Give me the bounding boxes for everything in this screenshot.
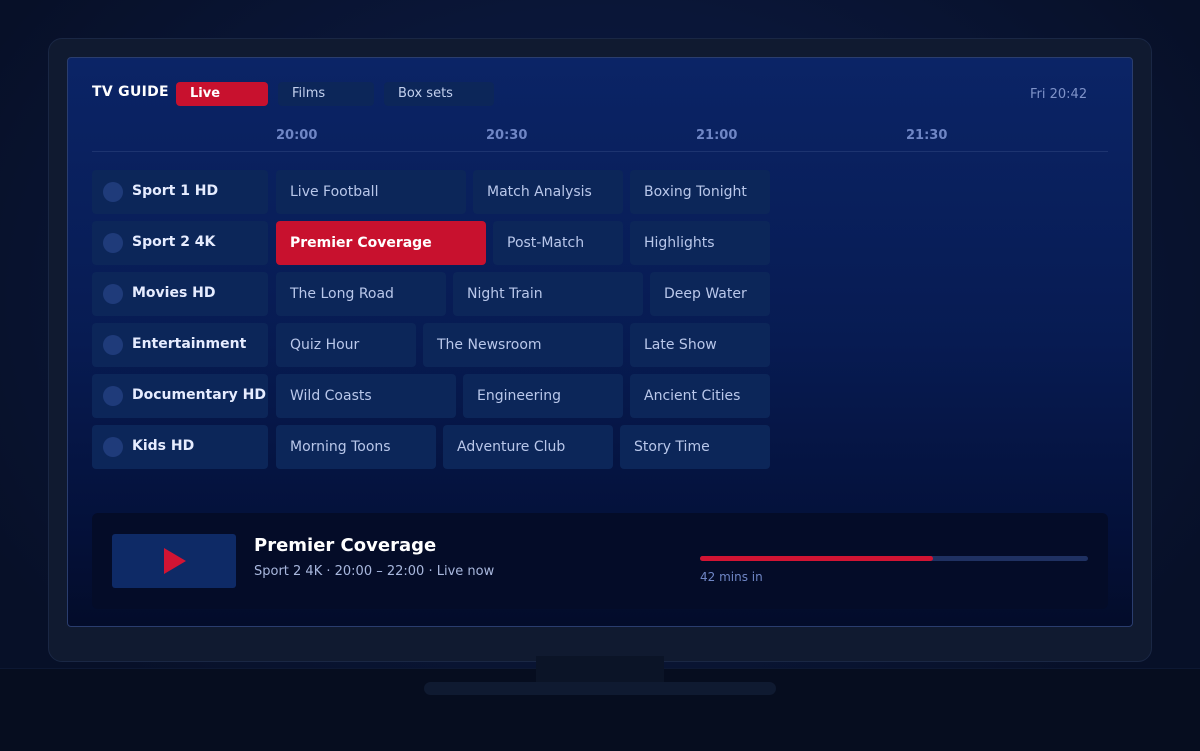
channel-name: Sport 2 4K [132, 234, 216, 250]
program-tile-selected[interactable]: Premier Coverage [276, 221, 486, 265]
guide-title: TV GUIDE [92, 84, 169, 100]
channel-name: Entertainment [132, 336, 247, 352]
channel-name: Documentary HD [132, 387, 266, 403]
tv-screen: TV GUIDE Live Films Box sets Fri 20:42 2… [67, 57, 1133, 627]
time-slot-label: 20:00 [276, 128, 318, 143]
program-tile[interactable]: Adventure Club [443, 425, 613, 469]
channel-name: Kids HD [132, 438, 195, 454]
playback-progress-bar [700, 556, 1088, 561]
tab-box-sets[interactable]: Box sets [384, 82, 494, 106]
program-tile[interactable]: Post-Match [493, 221, 623, 265]
channel-logo-icon [103, 386, 123, 406]
channel-name: Sport 1 HD [132, 183, 219, 199]
clock: Fri 20:42 [1030, 87, 1088, 102]
time-slot-label: 21:30 [906, 128, 948, 143]
program-tile[interactable]: Story Time [620, 425, 770, 469]
program-tile[interactable]: Boxing Tonight [630, 170, 770, 214]
playback-progress-fill [700, 556, 933, 561]
time-slot-label: 21:00 [696, 128, 738, 143]
timeline-divider [92, 151, 1108, 152]
program-tile[interactable]: Wild Coasts [276, 374, 456, 418]
channel-movies-hd[interactable]: Movies HD [92, 272, 268, 316]
channel-logo-icon [103, 182, 123, 202]
program-tile[interactable]: Night Train [453, 272, 643, 316]
channel-kids-hd[interactable]: Kids HD [92, 425, 268, 469]
program-tile[interactable]: Deep Water [650, 272, 770, 316]
now-playing-meta: Sport 2 4K · 20:00 – 22:00 · Live now [254, 564, 495, 579]
channel-logo-icon [103, 233, 123, 253]
channel-name: Movies HD [132, 285, 216, 301]
channel-sport-2-4k[interactable]: Sport 2 4K [92, 221, 268, 265]
tab-films[interactable]: Films [278, 82, 374, 106]
tv-stand-base [424, 682, 776, 695]
time-slot-label: 20:30 [486, 128, 528, 143]
now-playing-panel: Premier Coverage Sport 2 4K · 20:00 – 22… [92, 513, 1108, 609]
channel-sport-1-hd[interactable]: Sport 1 HD [92, 170, 268, 214]
program-tile[interactable]: The Newsroom [423, 323, 623, 367]
play-icon [164, 548, 186, 574]
channel-logo-icon [103, 335, 123, 355]
program-tile[interactable]: Quiz Hour [276, 323, 416, 367]
channel-logo-icon [103, 437, 123, 457]
channel-documentary-hd[interactable]: Documentary HD [92, 374, 268, 418]
program-tile[interactable]: Late Show [630, 323, 770, 367]
now-playing-thumbnail[interactable] [112, 534, 236, 588]
tab-live[interactable]: Live [176, 82, 268, 106]
program-tile[interactable]: Ancient Cities [630, 374, 770, 418]
program-tile[interactable]: Live Football [276, 170, 466, 214]
program-tile[interactable]: Highlights [630, 221, 770, 265]
program-tile[interactable]: Morning Toons [276, 425, 436, 469]
program-tile[interactable]: The Long Road [276, 272, 446, 316]
now-playing-title: Premier Coverage [254, 535, 437, 556]
program-tile[interactable]: Match Analysis [473, 170, 623, 214]
channel-logo-icon [103, 284, 123, 304]
channel-entertainment[interactable]: Entertainment [92, 323, 268, 367]
program-tile[interactable]: Engineering [463, 374, 623, 418]
playback-progress-label: 42 mins in [700, 570, 763, 584]
